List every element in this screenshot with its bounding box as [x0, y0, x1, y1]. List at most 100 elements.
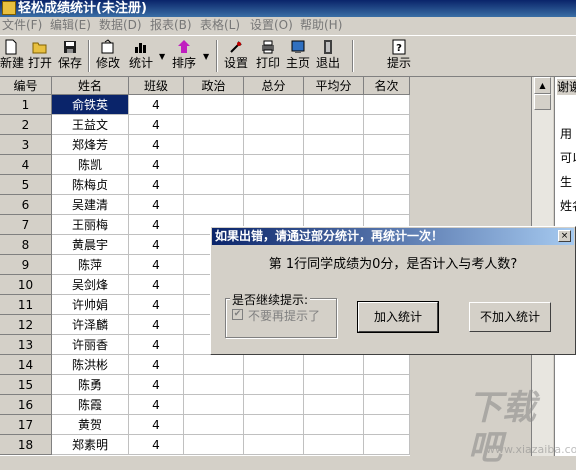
average-cell[interactable] — [304, 135, 364, 155]
col-header-politics[interactable]: 政治 — [184, 77, 244, 95]
row-number[interactable]: 13 — [0, 335, 52, 355]
average-cell[interactable] — [304, 415, 364, 435]
class-cell[interactable]: 4 — [129, 315, 184, 335]
total-cell[interactable] — [244, 175, 304, 195]
menu-file[interactable]: 文件(F) — [2, 18, 42, 33]
save-button[interactable]: 保存 — [56, 38, 84, 74]
total-cell[interactable] — [244, 355, 304, 375]
rank-cell[interactable] — [364, 95, 410, 115]
average-cell[interactable] — [304, 95, 364, 115]
politics-cell[interactable] — [184, 95, 244, 115]
student-name-cell[interactable]: 许丽香 — [52, 335, 129, 355]
dialog-title-bar[interactable]: 如果出错，请通过部分统计，再统计一次！ × — [212, 228, 574, 245]
row-number[interactable]: 12 — [0, 315, 52, 335]
student-name-cell[interactable]: 陈凯 — [52, 155, 129, 175]
student-name-cell[interactable]: 郑素明 — [52, 435, 129, 455]
rank-cell[interactable] — [364, 395, 410, 415]
student-name-cell[interactable]: 王丽梅 — [52, 215, 129, 235]
student-name-cell[interactable]: 陈梅贞 — [52, 175, 129, 195]
politics-cell[interactable] — [184, 355, 244, 375]
rank-cell[interactable] — [364, 355, 410, 375]
total-cell[interactable] — [244, 135, 304, 155]
row-number[interactable]: 4 — [0, 155, 52, 175]
table-row[interactable]: 18 郑素明 4 — [0, 435, 410, 455]
class-cell[interactable]: 4 — [129, 115, 184, 135]
menu-settings[interactable]: 设置(O) — [250, 18, 293, 33]
average-cell[interactable] — [304, 175, 364, 195]
class-cell[interactable]: 4 — [129, 215, 184, 235]
student-name-cell[interactable]: 郑烽芳 — [52, 135, 129, 155]
edit-button[interactable]: 修改 — [94, 38, 122, 74]
table-row[interactable]: 15 陈勇 4 — [0, 375, 410, 395]
average-cell[interactable] — [304, 195, 364, 215]
politics-cell[interactable] — [184, 115, 244, 135]
table-row[interactable]: 2 王益文 4 — [0, 115, 410, 135]
average-cell[interactable] — [304, 355, 364, 375]
row-number[interactable]: 9 — [0, 255, 52, 275]
class-cell[interactable]: 4 — [129, 195, 184, 215]
stats-button[interactable]: 统计 — [126, 38, 156, 74]
student-name-cell[interactable]: 黄贺 — [52, 415, 129, 435]
class-cell[interactable]: 4 — [129, 175, 184, 195]
politics-cell[interactable] — [184, 375, 244, 395]
table-row[interactable]: 5 陈梅贞 4 — [0, 175, 410, 195]
student-name-cell[interactable]: 许帅娟 — [52, 295, 129, 315]
total-cell[interactable] — [244, 115, 304, 135]
open-button[interactable]: 打开 — [26, 38, 54, 74]
class-cell[interactable]: 4 — [129, 235, 184, 255]
class-cell[interactable]: 4 — [129, 395, 184, 415]
row-number[interactable]: 8 — [0, 235, 52, 255]
col-header-average[interactable]: 平均分 — [304, 77, 364, 95]
rank-cell[interactable] — [364, 195, 410, 215]
sort-button[interactable]: 排序 — [170, 38, 198, 74]
total-cell[interactable] — [244, 395, 304, 415]
class-cell[interactable]: 4 — [129, 355, 184, 375]
table-row[interactable]: 14 陈洪彬 4 — [0, 355, 410, 375]
average-cell[interactable] — [304, 435, 364, 455]
student-name-cell[interactable]: 吴建清 — [52, 195, 129, 215]
print-button[interactable]: 打印 — [254, 38, 282, 74]
table-row[interactable]: 1 俞铁英 4 — [0, 95, 410, 115]
new-button[interactable]: 新建 — [0, 38, 24, 74]
scroll-up-icon[interactable]: ▲ — [534, 77, 551, 94]
table-row[interactable]: 17 黄贺 4 — [0, 415, 410, 435]
hint-button[interactable]: ? 提示 — [384, 38, 414, 74]
rank-cell[interactable] — [364, 135, 410, 155]
col-header-number[interactable]: 编号 — [0, 77, 52, 95]
row-number[interactable]: 18 — [0, 435, 52, 455]
student-name-cell[interactable]: 王益文 — [52, 115, 129, 135]
class-cell[interactable]: 4 — [129, 155, 184, 175]
class-cell[interactable]: 4 — [129, 435, 184, 455]
row-number[interactable]: 1 — [0, 95, 52, 115]
table-row[interactable]: 3 郑烽芳 4 — [0, 135, 410, 155]
table-row[interactable]: 4 陈凯 4 — [0, 155, 410, 175]
total-cell[interactable] — [244, 95, 304, 115]
average-cell[interactable] — [304, 115, 364, 135]
settings-button[interactable]: 设置 — [222, 38, 250, 74]
class-cell[interactable]: 4 — [129, 255, 184, 275]
exclude-stats-button[interactable]: 不加入统计 — [469, 302, 551, 332]
student-name-cell[interactable]: 陈萍 — [52, 255, 129, 275]
exit-button[interactable]: 退出 — [314, 38, 342, 74]
student-name-cell[interactable]: 许泽麟 — [52, 315, 129, 335]
total-cell[interactable] — [244, 195, 304, 215]
row-number[interactable]: 17 — [0, 415, 52, 435]
row-number[interactable]: 5 — [0, 175, 52, 195]
menu-table[interactable]: 表格(L) — [200, 18, 240, 33]
rank-cell[interactable] — [364, 155, 410, 175]
politics-cell[interactable] — [184, 415, 244, 435]
scroll-thumb[interactable] — [534, 94, 551, 110]
class-cell[interactable]: 4 — [129, 295, 184, 315]
student-name-cell[interactable]: 吴剑烽 — [52, 275, 129, 295]
stats-dropdown-icon[interactable]: ▼ — [159, 52, 165, 61]
student-name-cell[interactable]: 俞铁英 — [52, 95, 129, 115]
total-cell[interactable] — [244, 415, 304, 435]
student-name-cell[interactable]: 陈洪彬 — [52, 355, 129, 375]
row-number[interactable]: 14 — [0, 355, 52, 375]
menu-report[interactable]: 报表(B) — [150, 18, 192, 33]
total-cell[interactable] — [244, 435, 304, 455]
rank-cell[interactable] — [364, 375, 410, 395]
politics-cell[interactable] — [184, 155, 244, 175]
politics-cell[interactable] — [184, 195, 244, 215]
rank-cell[interactable] — [364, 175, 410, 195]
